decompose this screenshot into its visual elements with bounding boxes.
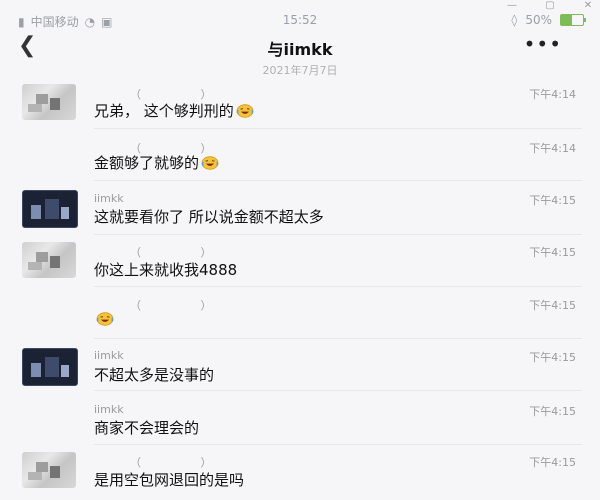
battery-icon (560, 14, 586, 26)
sender-name: （ ） (130, 299, 240, 312)
avatar[interactable] (22, 452, 76, 488)
message-text: 你这上来就收我4888 (94, 261, 238, 279)
battery-fill (561, 15, 572, 25)
message-text (94, 312, 114, 326)
divider (94, 338, 582, 339)
divider (94, 234, 582, 235)
message-time: 下午4:15 (529, 351, 576, 364)
battery-label: 50% (525, 13, 552, 27)
sender-name: iimkk (94, 192, 124, 205)
message-item[interactable]: iimkk 下午4:15 不超太多是没事的 (0, 346, 600, 398)
divider (94, 128, 582, 129)
divider (94, 180, 582, 181)
sender-name: （ ） (130, 456, 240, 469)
message-time: 下午4:14 (529, 142, 576, 155)
message-item[interactable]: （ ） 下午4:15 你这上来就收我4888 (0, 242, 600, 294)
message-time: 下午4:15 (529, 194, 576, 207)
status-time: 15:52 (282, 13, 318, 27)
message-time: 下午4:15 (529, 456, 576, 469)
message-time: 下午4:15 (529, 246, 576, 259)
laughing-crying-emoji-icon (236, 103, 254, 118)
message-item[interactable]: iimkk 下午4:15 这就要看你了 所以说金额不超太多 (0, 188, 600, 240)
restore-icon[interactable]: ▢ (544, 1, 556, 11)
close-icon[interactable]: ✕ (582, 1, 594, 11)
message-text: 不超太多是没事的 (94, 366, 215, 384)
message-time: 下午4:14 (529, 88, 576, 101)
message-item[interactable]: （ ） 下午4:15 是用空包网退回的是吗 (0, 452, 600, 500)
avatar[interactable] (22, 348, 78, 386)
message-text: 这就要看你了 所以说金额不超太多 (94, 208, 324, 226)
message-item[interactable]: （ ） 下午4:14 兄弟， 这个够判刑的 (0, 80, 600, 132)
more-options-button[interactable]: ••• (524, 32, 562, 56)
chat-title: 与iimkk (267, 40, 333, 59)
message-text: 兄弟， 这个够判刑的 (94, 100, 254, 121)
message-time: 下午4:15 (529, 405, 576, 418)
window-controls: — ▢ ✕ (506, 0, 594, 12)
sender-name: iimkk (94, 349, 124, 362)
status-bar: ▮ 中国移动 ◔ ▣ 15:52 ◊ 50% (0, 12, 600, 30)
laughing-crying-emoji-icon (96, 312, 114, 326)
message-text: 金额够了就够的 (94, 152, 219, 173)
sender-name: （ ） (130, 246, 240, 259)
chat-header: ❮ 与iimkk ••• (0, 30, 600, 64)
message-time: 下午4:15 (529, 299, 576, 312)
avatar[interactable] (22, 84, 76, 120)
message-text: 是用空包网退回的是吗 (94, 471, 245, 489)
sender-name: iimkk (94, 403, 124, 416)
divider (94, 444, 582, 445)
date-separator: 2021年7月7日 (262, 64, 338, 77)
divider (94, 390, 582, 391)
laughing-crying-emoji-icon (201, 155, 219, 170)
minimize-icon[interactable]: — (506, 1, 518, 11)
avatar[interactable] (22, 242, 76, 278)
divider (94, 286, 582, 287)
message-item[interactable]: （ ） 下午4:14 金额够了就够的 (0, 134, 600, 186)
message-item[interactable]: （ ） 下午4:15 (0, 294, 600, 346)
message-text: 商家不会理会的 (94, 419, 200, 437)
avatar[interactable] (22, 190, 78, 228)
message-item[interactable]: iimkk 下午4:15 商家不会理会的 (0, 400, 600, 450)
vibrate-icon: ◊ (511, 13, 518, 27)
